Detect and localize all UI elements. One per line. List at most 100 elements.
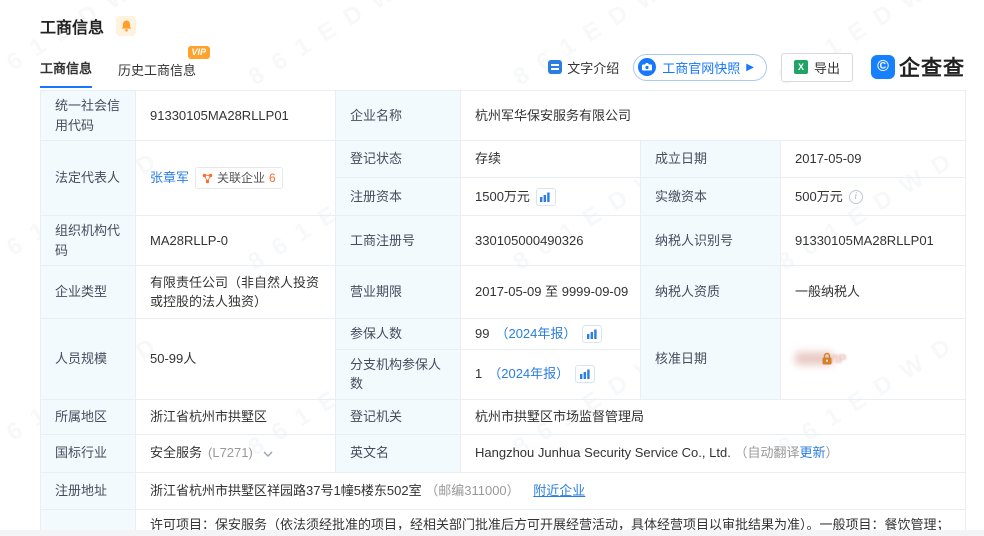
info-icon[interactable]: i: [848, 189, 863, 204]
camera-icon: [638, 58, 657, 76]
table-row: 法定代表人 张章军 关联企业 6 登记状态 存续 成立日期 2017-05-09: [40, 140, 967, 216]
qichacha-logo-icon: ©: [871, 55, 895, 79]
insured-count-value: 99: [475, 326, 490, 341]
field-value: MA28RLLP-0: [135, 215, 336, 266]
table-row: 组织机构代码 MA28RLLP-0 工商注册号 330105000490326 …: [40, 215, 967, 266]
branch-insured-value: 1: [475, 366, 483, 382]
field-value: 1500万元: [460, 177, 641, 216]
badge-count: 6: [269, 171, 276, 185]
field-value: 91330105MA28RLLP01: [135, 90, 336, 141]
industry-code: (L7271): [208, 445, 253, 461]
network-icon: [202, 173, 213, 183]
field-label: 人员规模: [40, 318, 136, 400]
field-label: 纳税人识别号: [640, 215, 781, 266]
field-value: 500万元 i: [779, 177, 967, 216]
field-value: Hangzhou Junhua Security Service Co., Lt…: [459, 433, 967, 473]
badge-label: 关联企业: [217, 171, 266, 185]
field-value: 张章军 关联企业 6: [135, 140, 336, 216]
field-value: 浙江省杭州市拱墅区祥园路37号1幢5楼东502室 （邮编311000） 附近企业: [134, 471, 967, 510]
bell-icon[interactable]: [116, 16, 137, 36]
field-label: 注册资本: [335, 177, 461, 216]
field-value: 有限责任公司（非自然人投资或控股的法人独资）: [135, 265, 336, 319]
vip-badge: VIP: [187, 46, 211, 59]
field-value: 一般纳税人: [779, 265, 967, 319]
qichacha-logo: © 企查查: [871, 52, 965, 82]
table-row: 注册地址 浙江省杭州市拱墅区祥园路37号1幢5楼东502室 （邮编311000）…: [40, 471, 967, 510]
tab-label: 历史工商信息: [118, 63, 197, 78]
table-row: 企业类型 有限责任公司（非自然人投资或控股的法人独资） 营业期限 2017-05…: [40, 265, 967, 319]
table-row: 国标行业 安全服务 (L7271) 英文名 Hangzhou Junhua Se…: [40, 433, 967, 473]
field-label: 分支机构参保人数: [335, 348, 461, 400]
nearby-companies-link[interactable]: 附近企业: [533, 483, 585, 498]
field-value: 1 （2024年报）: [460, 348, 641, 400]
text-intro-label: 文字介绍: [567, 60, 620, 76]
field-value: 杭州市拱墅区市场监督管理局: [459, 398, 967, 435]
document-icon: [548, 60, 563, 74]
toolbar: 文字介绍 工商官网快照 ▶ X 导出 © 企查查: [548, 52, 965, 88]
annual-report-link[interactable]: （2024年报）: [495, 324, 576, 344]
paid-capital-value: 500万元: [795, 188, 843, 204]
field-label: 参保人数: [335, 318, 461, 350]
page-title: 工商信息: [40, 20, 105, 37]
field-label: 登记状态: [335, 140, 461, 178]
field-value: 浙江省杭州市拱墅区: [135, 398, 336, 435]
trend-chart-icon[interactable]: [575, 365, 596, 383]
text-intro-button[interactable]: 文字介绍: [548, 58, 619, 77]
snapshot-label: 工商官网快照: [662, 60, 741, 76]
chevron-down-icon[interactable]: [263, 443, 273, 463]
business-info-panel: 工商信息 工商信息 历史工商信息 VIP 文字介绍 工商官网快照 ▶ X 导出 …: [0, 0, 984, 536]
tab-label: 工商信息: [40, 61, 93, 76]
field-label: 所属地区: [40, 398, 136, 435]
export-button[interactable]: X 导出: [780, 52, 853, 82]
official-snapshot-button[interactable]: 工商官网快照 ▶: [633, 53, 767, 81]
field-value: 99 （2024年报）: [460, 318, 641, 350]
export-label: 导出: [813, 60, 840, 76]
field-value: 2017-05-09 至 9999-09-09: [460, 265, 641, 319]
field-value: 91330105MA28RLLP01: [779, 215, 967, 266]
field-label: 实缴资本: [640, 177, 781, 216]
legal-rep-link[interactable]: 张章军: [150, 168, 189, 188]
reg-capital-value: 1500万元: [475, 188, 530, 204]
page-bottom-strip: [0, 530, 984, 536]
tab-business-info[interactable]: 工商信息: [40, 58, 93, 88]
trend-chart-icon[interactable]: [535, 187, 556, 206]
annual-report-link[interactable]: （2024年报）: [488, 364, 569, 384]
tab-history-business-info[interactable]: 历史工商信息 VIP: [118, 46, 211, 88]
translate-refresh-link[interactable]: 更新: [799, 445, 825, 460]
field-label: 法定代表人: [40, 140, 136, 216]
field-label: 统一社会信用代码: [40, 90, 136, 141]
translate-note: ）: [825, 445, 839, 461]
qichacha-logo-text: 企查查: [899, 57, 965, 80]
table-row: 人员规模 50-99人 参保人数 99 （2024年报） 核准日期 VIP: [40, 318, 967, 400]
table-row: 统一社会信用代码 91330105MA28RLLP01 企业名称 杭州军华保安服…: [40, 90, 967, 141]
field-value: 杭州军华保安服务有限公司: [459, 90, 967, 141]
trend-chart-icon[interactable]: [582, 324, 603, 343]
field-label: 登记机关: [335, 398, 461, 435]
excel-icon: X: [793, 60, 808, 74]
lock-icon: [822, 353, 832, 365]
industry-value: 安全服务: [150, 445, 203, 461]
field-label: 成立日期: [640, 140, 781, 178]
field-label: 国标行业: [40, 433, 136, 473]
arrow-right-icon: ▶: [746, 61, 754, 73]
field-label: 营业期限: [335, 265, 461, 319]
english-name-value: Hangzhou Junhua Security Service Co., Lt…: [475, 445, 731, 461]
address-value: 浙江省杭州市拱墅区祥园路37号1幢5楼东502室: [150, 482, 422, 498]
field-label: 纳税人资质: [640, 265, 781, 319]
field-value: 50-99人: [135, 318, 336, 400]
tabbar: 工商信息 历史工商信息 VIP 文字介绍 工商官网快照 ▶ X 导出 © 企查查: [40, 46, 965, 88]
field-value: 存续: [460, 140, 641, 178]
field-label: 注册地址: [40, 471, 136, 510]
address-postcode: （邮编311000）: [425, 482, 520, 498]
field-value-locked: VIP: [779, 318, 967, 400]
field-value: 2017-05-09: [779, 140, 967, 178]
field-label: 核准日期: [640, 318, 781, 400]
field-label: 组织机构代码: [40, 215, 136, 266]
field-label: 企业类型: [40, 265, 136, 319]
panel-header: 工商信息: [40, 14, 965, 38]
translate-note: （自动翻译: [734, 445, 800, 461]
business-info-table: 统一社会信用代码 91330105MA28RLLP01 企业名称 杭州军华保安服…: [40, 90, 967, 536]
field-label: 工商注册号: [335, 215, 461, 266]
related-companies-badge[interactable]: 关联企业 6: [195, 167, 283, 189]
field-value: 安全服务 (L7271): [135, 433, 336, 473]
